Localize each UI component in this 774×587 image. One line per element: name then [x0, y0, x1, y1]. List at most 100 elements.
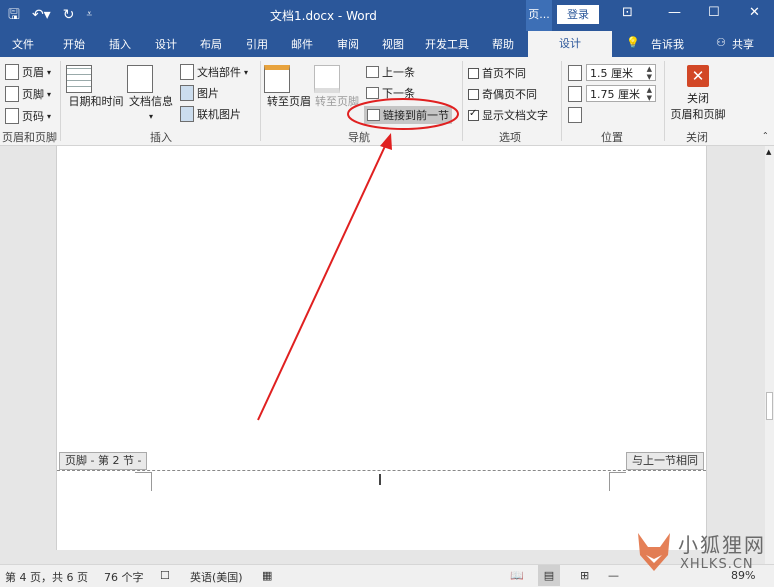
different-first-page-checkbox[interactable]: 首页不同: [468, 65, 526, 81]
footer-button[interactable]: 页脚 ▾: [5, 86, 51, 102]
header-label: 页眉: [22, 66, 44, 79]
different-odd-even-checkbox[interactable]: 奇偶页不同: [468, 86, 537, 102]
show-document-text-checkbox[interactable]: 显示文档文字: [468, 107, 548, 123]
login-button[interactable]: 登录: [557, 5, 599, 24]
tab-layout[interactable]: 布局: [200, 36, 222, 52]
watermark-en-text: XHLKS.CN: [680, 557, 754, 572]
quick-access-toolbar: 🖫 ↶▾ ↻ ⩡: [8, 6, 92, 24]
group-divider: [60, 61, 61, 141]
online-picture-button[interactable]: 联机图片: [180, 106, 241, 122]
header-icon: [5, 64, 19, 80]
doc-parts-button[interactable]: 文档部件 ▾: [180, 64, 248, 80]
calendar-icon: [66, 65, 92, 93]
close-icon[interactable]: ✕: [749, 5, 760, 20]
undo-icon[interactable]: ↶▾: [32, 6, 51, 24]
tab-header-footer-design[interactable]: 设计: [528, 31, 612, 57]
doc-info-button[interactable]: 文档信息 ▾: [127, 65, 175, 122]
print-layout-icon[interactable]: ▤: [538, 565, 560, 586]
tab-design[interactable]: 设计: [155, 36, 177, 52]
window-title: 文档1.docx - Word: [270, 9, 377, 23]
tab-help[interactable]: 帮助: [492, 36, 514, 52]
share-button[interactable]: 共享: [732, 36, 754, 52]
previous-label: 上一条: [382, 66, 415, 79]
footer-section-tag: 页脚 - 第 2 节 -: [59, 452, 148, 470]
read-mode-icon[interactable]: 📖: [510, 569, 524, 582]
document-page[interactable]: 页脚 - 第 2 节 - 与上一节相同: [56, 146, 707, 550]
tab-view[interactable]: 视图: [382, 36, 404, 52]
customize-icon[interactable]: ⩡: [86, 6, 92, 24]
different-first-label: 首页不同: [482, 67, 526, 80]
checkbox-icon: [468, 67, 479, 79]
language[interactable]: 英语(美国): [190, 569, 243, 585]
goto-footer-button[interactable]: 转至页脚: [314, 65, 360, 109]
document-area: 页脚 - 第 2 节 - 与上一节相同: [0, 146, 765, 564]
header-position-icon: [568, 65, 582, 81]
header-from-top-input[interactable]: 1.5 厘米 ▲ ▼: [586, 64, 656, 81]
tab-developer[interactable]: 开发工具: [425, 36, 469, 52]
picture-button[interactable]: 图片: [180, 85, 219, 101]
close-label-sub: 页眉和页脚: [670, 108, 726, 121]
share-icon[interactable]: ⚇: [716, 36, 726, 49]
close-header-footer-button[interactable]: ✕ 关闭 页眉和页脚: [668, 65, 728, 122]
site-watermark: 小狐狸网 XHLKS.CN: [632, 525, 774, 579]
checkbox-checked-icon: [468, 108, 479, 121]
ribbon: 页眉 ▾ 页脚 ▾ 页码 ▾ 页眉和页脚 日期和时间 文档信息 ▾ 文档部件 ▾ 图片 联…: [0, 57, 774, 146]
checkbox-icon: [468, 88, 479, 100]
page-info[interactable]: 第 4 页，共 6 页: [5, 569, 88, 585]
watermark-cn-text: 小狐狸网: [678, 533, 766, 557]
group-label-position: 位置: [601, 131, 623, 144]
fox-logo-icon: [638, 533, 670, 571]
group-divider: [462, 61, 463, 141]
header-button[interactable]: 页眉 ▾: [5, 64, 51, 80]
spin-arrows-icon[interactable]: ▲ ▼: [647, 65, 652, 81]
date-time-button[interactable]: 日期和时间: [66, 65, 126, 109]
same-as-previous-tag: 与上一节相同: [626, 452, 704, 470]
tab-file[interactable]: 文件: [12, 36, 34, 52]
spin-arrows-icon[interactable]: ▲ ▼: [647, 86, 652, 102]
vertical-scrollbar[interactable]: ▲: [765, 146, 774, 564]
page-number-button[interactable]: 页码 ▾: [5, 108, 51, 124]
margin-corner-left: [135, 472, 152, 491]
scrollbar-thumb[interactable]: [766, 392, 773, 420]
margin-corner-right: [609, 472, 626, 491]
footer-position-icon: [568, 86, 582, 102]
goto-header-button[interactable]: 转至页眉: [264, 65, 314, 109]
previous-button[interactable]: 上一条: [366, 64, 415, 80]
footer-from-bottom-input[interactable]: 1.75 厘米 ▲ ▼: [586, 85, 656, 102]
link-previous-icon: [367, 109, 380, 121]
next-button[interactable]: 下一条: [366, 85, 415, 101]
collapse-ribbon-icon[interactable]: ⌃: [762, 131, 769, 140]
group-label-close: 关闭: [686, 131, 708, 144]
tell-me-box[interactable]: 告诉我: [651, 36, 684, 52]
footer-icon: [5, 86, 19, 102]
date-time-label: 日期和时间: [68, 95, 124, 108]
redo-icon[interactable]: ↻: [63, 6, 75, 24]
tab-insert[interactable]: 插入: [109, 36, 131, 52]
group-label-options: 选项: [499, 131, 521, 144]
word-count[interactable]: 76 个字: [104, 569, 144, 585]
tab-home[interactable]: 开始: [63, 36, 85, 52]
macro-icon[interactable]: ▦: [262, 569, 272, 582]
zoom-out-icon[interactable]: —: [608, 569, 619, 582]
link-previous-button[interactable]: 链接到前一节: [364, 106, 452, 124]
doc-info-icon: [127, 65, 153, 93]
tab-mailings[interactable]: 邮件: [291, 36, 313, 52]
proofing-icon[interactable]: ☐: [160, 569, 170, 582]
doc-info-label: 文档信息: [129, 95, 173, 108]
scroll-up-icon[interactable]: ▲: [766, 148, 771, 156]
maximize-icon[interactable]: ☐: [708, 5, 720, 20]
next-icon: [366, 87, 379, 99]
web-layout-icon[interactable]: ⊞: [580, 569, 589, 582]
footer-separator-line: [57, 470, 706, 471]
tab-references[interactable]: 引用: [246, 36, 268, 52]
save-icon[interactable]: 🖫: [8, 6, 20, 24]
close-x-icon: ✕: [687, 65, 709, 87]
picture-icon: [180, 85, 194, 101]
minimize-icon[interactable]: —: [668, 5, 681, 20]
ribbon-display-icon[interactable]: ⊡: [622, 5, 633, 20]
insert-alignment-tab-icon[interactable]: [568, 107, 582, 123]
close-label: 关闭: [687, 92, 709, 105]
lightbulb-icon: 💡: [626, 36, 640, 49]
picture-label: 图片: [197, 87, 219, 100]
tab-review[interactable]: 审阅: [337, 36, 359, 52]
